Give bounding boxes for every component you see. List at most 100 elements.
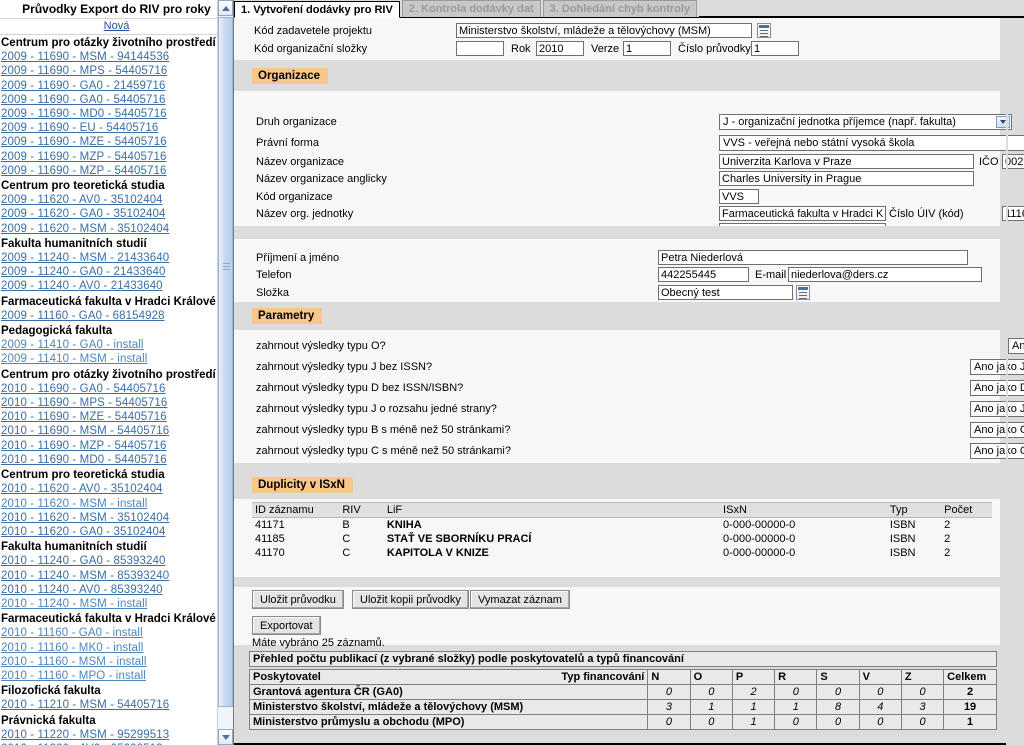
save-copy-button[interactable]: Uložit kopii průvodky (352, 590, 469, 609)
druh-organizace-select[interactable]: J - organizační jednotka příjemce (např.… (719, 114, 1012, 130)
table-row[interactable]: 41170 C KAPITOLA V KNIZE 0-000-00000-0 ISBN 2 (252, 546, 992, 560)
telefon-input[interactable] (658, 267, 749, 282)
parametr-select[interactable]: Ano jako J (970, 401, 1024, 417)
sidebar-guide-link[interactable]: 2009 - 11410 - MSM - install (0, 352, 233, 366)
sidebar-guide-link[interactable]: 2010 - 11160 - MSM - install (0, 655, 233, 669)
sidebar-scrollbar[interactable] (217, 0, 233, 745)
sidebar-guide-link[interactable]: 2009 - 11690 - EU - 54405716 (0, 121, 233, 135)
summary-value-cell: 1 (731, 714, 776, 730)
delivery-form: Kód zadavetele projektu Kód organizační … (234, 18, 1024, 745)
section-header-duplicity: Duplicity v ISxN (252, 477, 353, 493)
cislo-pruvodky-input[interactable] (751, 41, 799, 56)
parametr-label: zahrnout výsledky typu D bez ISSN/ISBN? (256, 382, 464, 394)
sidebar-guide-link[interactable]: 2010 - 11160 - MPO - install (0, 669, 233, 683)
summary-value-cell: 0 (647, 714, 691, 730)
label-slozka: Složka (256, 287, 290, 299)
summary-value-cell: 3 (647, 699, 691, 715)
slozka-lookup-icon[interactable] (796, 285, 810, 300)
duplicity-table-header-row: ID záznamu RIV LiF ISxN Typ Počet (252, 502, 992, 518)
duplicity-cell: KNIHA (383, 517, 721, 532)
parametr-select[interactable]: Ano jako O (970, 422, 1024, 438)
sidebar-guide-link[interactable]: 2010 - 11620 - GA0 - 35102404 (0, 525, 233, 539)
kod-organizace-input[interactable] (719, 189, 759, 204)
nazev-organizace-anglicky-input[interactable] (719, 171, 974, 186)
sidebar-guide-link[interactable]: 2009 - 11410 - GA0 - install (0, 338, 233, 352)
verze-input[interactable] (623, 41, 671, 56)
sidebar-guide-link[interactable]: 2009 - 11620 - MSM - 35102404 (0, 222, 233, 236)
sidebar-guide-link[interactable]: 2010 - 11240 - MSM - install (0, 597, 233, 611)
sidebar-guide-link[interactable]: 2010 - 11690 - MZP - 54405716 (0, 439, 233, 453)
sidebar-guide-link[interactable]: 2009 - 11690 - GA0 - 21459716 (0, 79, 233, 93)
email-input[interactable] (788, 267, 982, 282)
parametr-select[interactable]: Ano jako O (970, 443, 1024, 459)
sidebar-guide-link[interactable]: 2010 - 11210 - MSM - 54405716 (0, 698, 233, 712)
status-text: Máte vybráno 25 záznamů. (252, 637, 385, 649)
nazev-org-jednotky-input[interactable] (719, 206, 886, 221)
tab-vytvoreni-dodavky[interactable]: 1. Vytvoření dodávky pro RIV (234, 1, 400, 18)
summary-title: Přehled počtu publikací (z vybrané složk… (249, 651, 997, 667)
sidebar-guide-link[interactable]: 2010 - 11690 - MPS - 54405716 (0, 396, 233, 410)
sidebar-guide-link[interactable]: 2010 - 11240 - GA0 - 85393240 (0, 554, 233, 568)
sidebar-guide-link[interactable]: 2009 - 11240 - GA0 - 21433640 (0, 265, 233, 279)
parametr-select[interactable]: Ano jako J (970, 359, 1024, 375)
parametr-value: Ano (1012, 340, 1024, 352)
sidebar-guide-link[interactable]: 2010 - 11160 - MK0 - install (0, 641, 233, 655)
new-guide-link[interactable]: Nová (104, 20, 130, 32)
scrollbar-thumb[interactable] (218, 17, 233, 707)
pravni-forma-select[interactable]: VVS - veřejná nebo státní vysoká škola (719, 135, 1024, 151)
sidebar-guide-link[interactable]: 2010 - 11620 - MSM - install (0, 497, 233, 511)
sidebar-guide-link[interactable]: 2009 - 11690 - MZE - 54405716 (0, 135, 233, 149)
table-row[interactable]: 41185 C STAŤ VE SBORNÍKU PRACÍ 0-000-00000-… (252, 532, 992, 546)
sidebar-guide-link[interactable]: 2010 - 11690 - MD0 - 54405716 (0, 453, 233, 467)
sidebar-guide-link[interactable]: 2009 - 11690 - GA0 - 54405716 (0, 93, 233, 107)
sidebar-guide-link[interactable]: 2010 - 11690 - MSM - 54405716 (0, 424, 233, 438)
summary-value-cell: 1 (774, 699, 818, 715)
parametr-value: Ano jako J (974, 403, 1024, 415)
sidebar-guide-link[interactable]: 2009 - 11620 - GA0 - 35102404 (0, 207, 233, 221)
sidebar-guide-link[interactable]: 2009 - 11690 - MZP - 54405716 (0, 164, 233, 178)
sidebar-guide-link[interactable]: 2009 - 11240 - AV0 - 21433640 (0, 279, 233, 293)
save-button[interactable]: Uložit průvodku (252, 590, 344, 609)
parametr-value: Ano jako D (974, 382, 1024, 394)
scroll-down-button[interactable] (218, 729, 233, 745)
rok-input[interactable] (536, 41, 584, 56)
sidebar-group-header: Fakulta humanitních studií (1, 541, 147, 554)
sidebar-guide-link[interactable]: 2009 - 11620 - AV0 - 35102404 (0, 193, 233, 207)
kod-zadavatele-lookup-icon[interactable] (757, 23, 771, 38)
parametr-select[interactable]: Ano (1008, 338, 1024, 354)
label-druh-organizace: Druh organizace (256, 116, 337, 128)
parametr-select[interactable]: Ano jako D (970, 380, 1024, 396)
sidebar-guide-link[interactable]: 2010 - 11240 - MSM - 85393240 (0, 569, 233, 583)
parametr-label: zahrnout výsledky typu J bez ISSN? (256, 361, 433, 373)
kod-zadavatele-input[interactable] (456, 23, 752, 38)
sidebar-guide-link[interactable]: 2009 - 11690 - MZP - 54405716 (0, 150, 233, 164)
summary-data-table: Poskytovatel Typ financování N O P R S V Z Celkem… (248, 669, 997, 730)
tab-kontrola-dodavky[interactable]: 2. Kontrola dodávky dat (401, 0, 541, 17)
table-row[interactable]: 41171 B KNIHA 0-000-00000-0 ISBN 2 (252, 517, 992, 532)
export-button[interactable]: Exportovat (252, 616, 321, 635)
sidebar-guide-link[interactable]: 2009 - 11690 - MD0 - 54405716 (0, 107, 233, 121)
summary-value-cell: 3 (900, 699, 945, 715)
sidebar-guide-link[interactable]: 2010 - 11620 - AV0 - 35102404 (0, 482, 233, 496)
kod-organizacni-slozky-input[interactable] (456, 41, 504, 56)
parametr-label: zahrnout výsledky typu C s méně než 50 s… (256, 445, 511, 457)
sidebar-guide-link[interactable]: 2009 - 11160 - GA0 - 68154928 (0, 309, 233, 323)
sidebar-guide-link[interactable]: 2010 - 11240 - AV0 - 85393240 (0, 583, 233, 597)
scroll-up-button[interactable] (218, 0, 233, 16)
sidebar-guide-link[interactable]: 2009 - 11690 - MPS - 54405716 (0, 64, 233, 78)
prijmeni-a-jmeno-input[interactable] (658, 250, 968, 265)
sidebar-guide-link[interactable]: 2010 - 11220 - MSM - 95299513 (0, 728, 233, 742)
tab-dohledani-chyb[interactable]: 3. Dohledání chyb kontroly (542, 0, 698, 17)
tab-bar-filler (699, 0, 1024, 17)
delete-record-button[interactable]: Vymazat záznam (470, 590, 570, 609)
nazev-organizace-input[interactable] (719, 154, 974, 169)
label-verze: Verze (591, 43, 620, 55)
sidebar-guide-link[interactable]: 2009 - 11690 - MSM - 94144536 (0, 50, 233, 64)
slozka-input[interactable] (658, 285, 793, 300)
sidebar-guide-link[interactable]: 2009 - 11240 - MSM - 21433640 (0, 251, 233, 265)
sidebar-guide-link[interactable]: 2010 - 11160 - GA0 - install (0, 626, 233, 640)
sidebar-guide-link[interactable]: 2010 - 11620 - MSM - 35102404 (0, 511, 233, 525)
sidebar-guide-link[interactable]: 2010 - 11690 - MZE - 54405716 (0, 410, 233, 424)
sidebar-guide-link[interactable]: 2010 - 11690 - GA0 - 54405716 (0, 382, 233, 396)
label-nazev-org-jednotky: Název org. jednotky (256, 208, 354, 220)
